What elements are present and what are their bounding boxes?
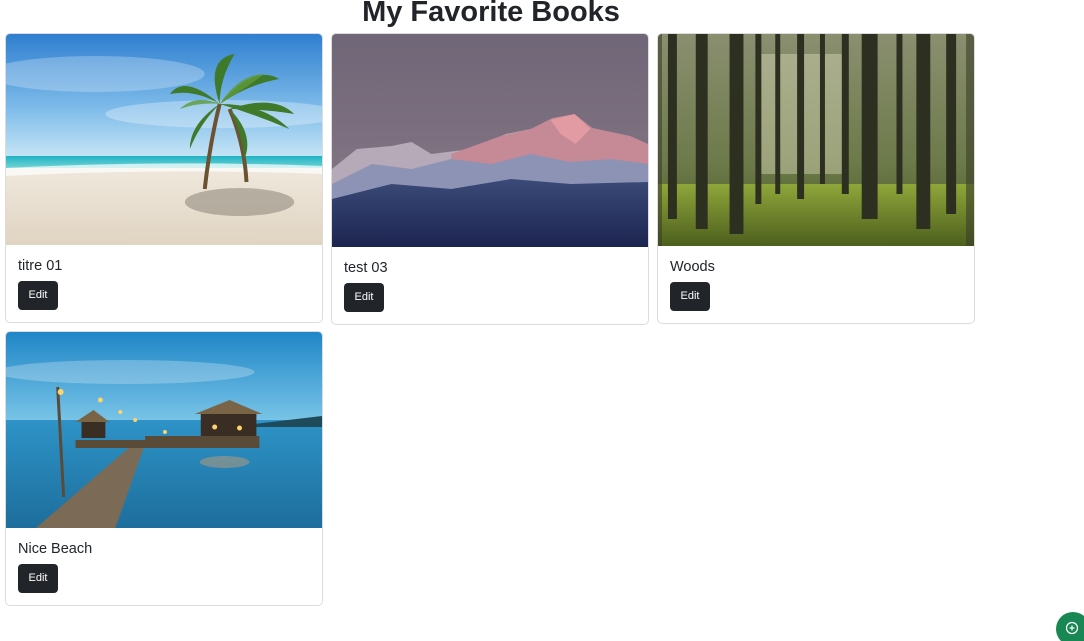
- page: My Favorite Books titre 01 Edit test 03 …: [0, 0, 1084, 641]
- page-title: My Favorite Books: [362, 0, 620, 28]
- add-circle-icon: [1065, 621, 1079, 635]
- add-floating-button[interactable]: [1056, 612, 1084, 641]
- card-title: Woods: [670, 259, 715, 275]
- edit-button[interactable]: Edit: [18, 564, 58, 593]
- mountain-image: [332, 34, 648, 247]
- card-title: Nice Beach: [18, 541, 93, 557]
- edit-button[interactable]: Edit: [18, 281, 58, 310]
- forest-image: [658, 34, 974, 246]
- book-card: test 03 Edit: [331, 33, 649, 325]
- pier-beach-image: [6, 332, 322, 528]
- card-title: test 03: [344, 260, 388, 276]
- edit-button[interactable]: Edit: [670, 282, 710, 311]
- book-card: Nice Beach Edit: [5, 331, 323, 606]
- edit-button[interactable]: Edit: [344, 283, 384, 312]
- book-card: Woods Edit: [657, 33, 975, 324]
- card-title: titre 01: [18, 258, 63, 274]
- book-card: titre 01 Edit: [5, 33, 323, 323]
- palm-beach-image: [6, 34, 322, 245]
